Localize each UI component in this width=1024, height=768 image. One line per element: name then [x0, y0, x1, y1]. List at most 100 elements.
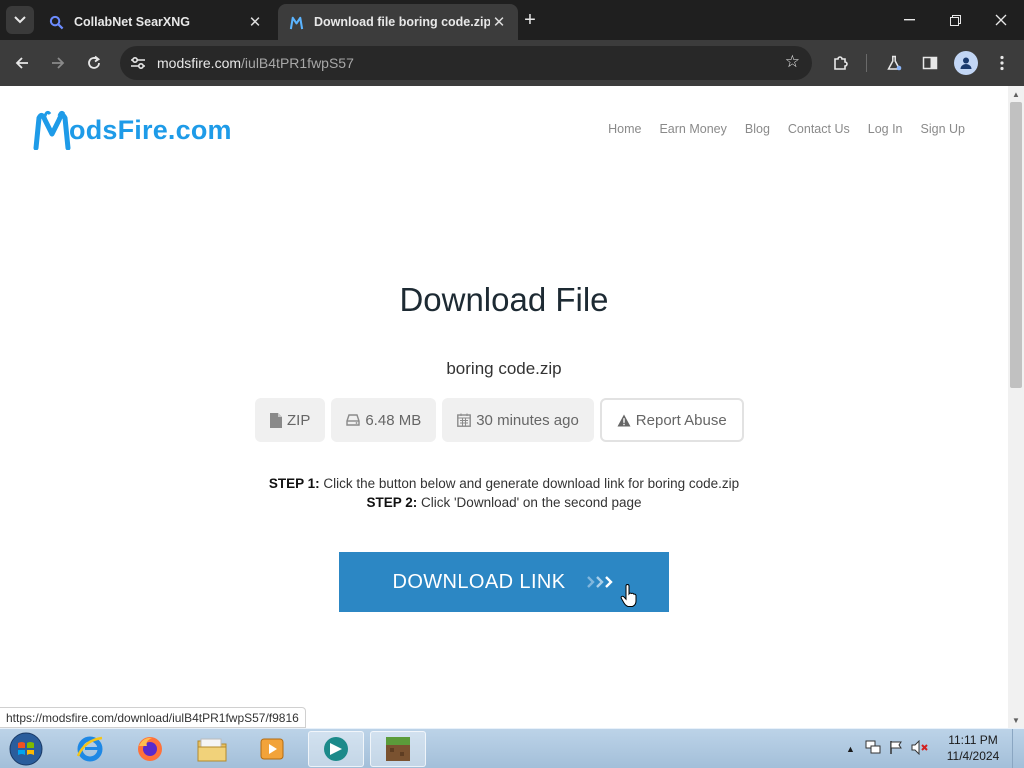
close-icon	[995, 14, 1007, 26]
calendar-icon	[457, 413, 472, 427]
minimize-button[interactable]	[886, 0, 932, 40]
scroll-thumb[interactable]	[1010, 102, 1022, 388]
labs-button[interactable]	[880, 49, 908, 77]
media-player-icon	[260, 738, 284, 760]
search-icon	[48, 14, 64, 30]
bookmark-star-icon[interactable]: ☆	[785, 52, 800, 72]
reload-icon	[88, 55, 101, 69]
address-bar[interactable]: modsfire.com/iulB4tPR1fwpS57 ☆	[120, 46, 812, 80]
taskbar-media-player[interactable]	[244, 731, 300, 767]
back-button[interactable]	[8, 49, 36, 77]
browser-menu-button[interactable]	[988, 49, 1016, 77]
page-title: Download File	[399, 281, 609, 318]
extensions-button[interactable]	[826, 49, 854, 77]
side-panel-button[interactable]	[916, 49, 944, 77]
upload-time-chip: 30 minutes ago	[442, 398, 594, 442]
clock-date: 11/4/2024	[946, 749, 1000, 763]
new-tab-button[interactable]: +	[518, 8, 542, 32]
report-abuse-button[interactable]: Report Abuse	[599, 398, 744, 442]
taskbar-file-explorer[interactable]	[184, 731, 240, 767]
chevrons-right-icon	[586, 575, 616, 589]
file-type-chip: ZIP	[255, 398, 326, 442]
download-link-label: DOWNLOAD LINK	[392, 570, 566, 593]
person-icon	[960, 57, 972, 69]
tab-title: Download file boring code.zip	[314, 15, 490, 29]
arrow-right-icon	[52, 57, 65, 69]
modsfire-flame-icon	[288, 14, 304, 30]
download-instructions: STEP 1: Click the button below and gener…	[0, 474, 1008, 512]
scroll-up-arrow-icon[interactable]: ▲	[1008, 86, 1024, 102]
minimize-icon	[903, 19, 915, 21]
report-abuse-label: Report Abuse	[635, 411, 727, 429]
url-text: modsfire.com/iulB4tPR1fwpS57	[157, 55, 354, 71]
modsfire-logo[interactable]: odsFire.com	[33, 110, 232, 150]
taskbar-minecraft[interactable]	[370, 731, 426, 767]
step-2-label: STEP 2:	[366, 495, 418, 510]
hard-drive-icon	[346, 414, 361, 426]
site-info-icon[interactable]	[128, 53, 148, 73]
restore-button[interactable]	[932, 0, 978, 40]
tab-download-file[interactable]: Download file boring code.zip ✕	[278, 4, 518, 40]
taskbar-internet-explorer[interactable]	[62, 731, 118, 767]
warning-icon	[617, 414, 631, 427]
taskbar-firefox[interactable]	[122, 731, 178, 767]
web-page: odsFire.com Home Earn Money Blog Contact…	[0, 86, 1008, 728]
main-nav: Home Earn Money Blog Contact Us Log In S…	[608, 122, 965, 136]
url-path: /iulB4tPR1fwpS57	[241, 55, 354, 71]
toolbar-divider	[866, 54, 867, 72]
windows-start-orb-icon	[9, 732, 43, 766]
scroll-down-arrow-icon[interactable]: ▼	[1008, 712, 1024, 728]
internet-explorer-icon	[76, 736, 103, 762]
show-hidden-icons-icon[interactable]: ▲	[846, 744, 855, 754]
nav-contact-us[interactable]: Contact Us	[788, 122, 850, 136]
grass-block-icon	[386, 737, 410, 761]
link-status-bar: https://modsfire.com/download/iulB4tPR1f…	[0, 707, 306, 728]
system-clock[interactable]: 11:11 PM 11/4/2024	[940, 732, 1006, 764]
logo-text: odsFire.com	[69, 114, 232, 145]
firefox-icon	[138, 737, 162, 761]
forward-button[interactable]	[44, 49, 72, 77]
show-desktop-button[interactable]	[1012, 729, 1024, 768]
more-vertical-icon	[1000, 55, 1004, 71]
step-1-text: Click the button below and generate down…	[319, 476, 740, 491]
upload-time: 30 minutes ago	[476, 411, 579, 429]
tab-search-button[interactable]	[6, 6, 34, 34]
step-1-label: STEP 1:	[268, 476, 320, 491]
file-size: 6.48 MB	[365, 411, 422, 429]
tab-collabnet-searxng[interactable]: CollabNet SearXNG ✕	[38, 4, 274, 40]
hand-cursor-icon	[620, 584, 637, 607]
step-2: STEP 2: Click 'Download' on the second p…	[0, 493, 1008, 512]
file-info-chips: ZIP 6.48 MB 30 minutes ago Report Abuse	[255, 398, 744, 442]
nav-blog[interactable]: Blog	[745, 122, 770, 136]
modsfire-flame-logo-icon	[33, 110, 71, 150]
clock-time: 11:11 PM	[948, 733, 998, 747]
nav-earn-money[interactable]: Earn Money	[659, 122, 726, 136]
reload-button[interactable]	[80, 49, 108, 77]
taskbar-chrome-dev[interactable]	[308, 731, 364, 767]
browser-app-icon	[324, 737, 348, 761]
close-window-button[interactable]	[978, 0, 1024, 40]
nav-sign-up[interactable]: Sign Up	[921, 122, 965, 136]
folder-icon	[197, 738, 227, 762]
profile-avatar[interactable]	[954, 51, 978, 75]
file-name: boring code.zip	[446, 359, 562, 378]
network-icon[interactable]	[865, 740, 881, 758]
action-center-flag-icon[interactable]	[889, 740, 903, 758]
nav-log-in[interactable]: Log In	[868, 122, 903, 136]
tab-close-icon[interactable]: ✕	[246, 13, 264, 31]
system-tray: ▲	[846, 737, 929, 761]
side-panel-icon	[922, 56, 938, 70]
page-scrollbar[interactable]: ▲ ▼	[1008, 86, 1024, 728]
start-button[interactable]	[6, 731, 46, 767]
puzzle-icon	[833, 55, 848, 70]
browser-title-bar: CollabNet SearXNG ✕ Download file boring…	[0, 0, 1024, 40]
tab-close-icon[interactable]: ✕	[490, 13, 508, 31]
arrow-left-icon	[15, 57, 28, 69]
volume-muted-icon[interactable]	[911, 739, 929, 758]
nav-home[interactable]: Home	[608, 122, 641, 136]
url-domain: modsfire.com	[157, 55, 242, 71]
chevron-down-icon	[14, 16, 26, 24]
file-type: ZIP	[287, 411, 311, 429]
browser-toolbar: modsfire.com/iulB4tPR1fwpS57 ☆	[0, 40, 1024, 86]
file-icon	[270, 412, 282, 428]
